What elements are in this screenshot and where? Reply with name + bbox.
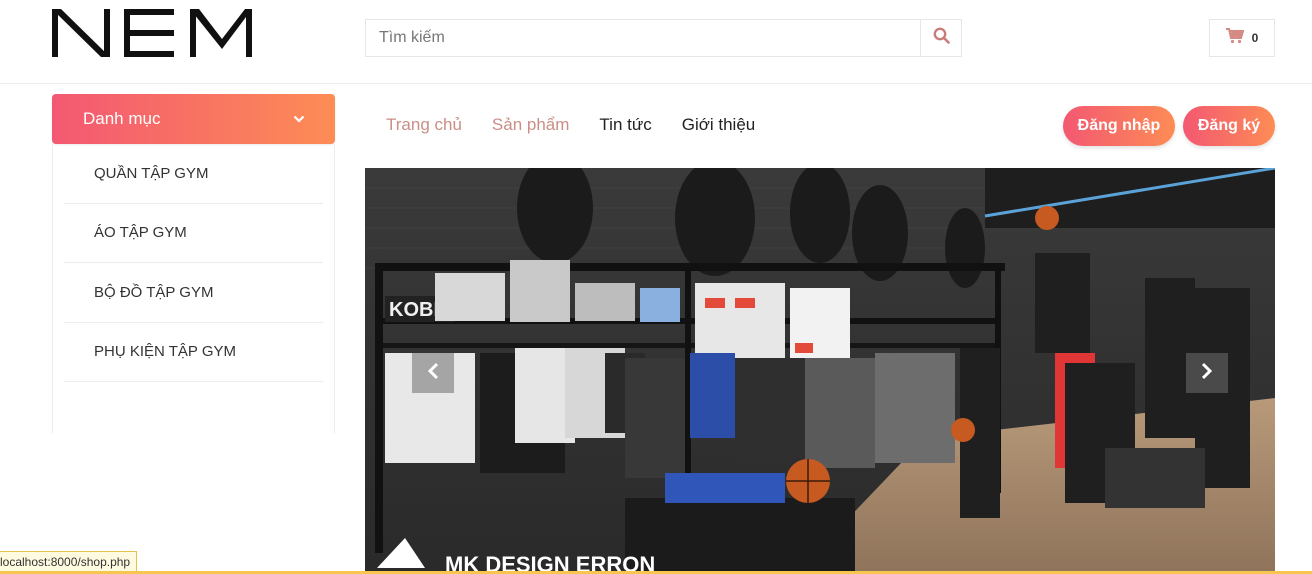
site-header: 0: [0, 0, 1312, 84]
nav-about[interactable]: Giới thiệu: [682, 115, 756, 135]
cart-button[interactable]: 0: [1209, 19, 1275, 57]
store-photo: KOBE MK DESIGN ERRON: [365, 168, 1275, 574]
cart-count: 0: [1251, 31, 1259, 45]
category-list: QUẦN TẬP GYM ÁO TẬP GYM BỘ ĐỒ TẬP GYM PH…: [52, 144, 335, 433]
logo-mark: [52, 9, 252, 57]
status-url: localhost:8000/shop.php: [0, 554, 131, 569]
cart-icon: [1225, 27, 1244, 49]
nav-news[interactable]: Tin tức: [599, 115, 651, 135]
register-button[interactable]: Đăng ký: [1183, 106, 1275, 146]
category-sidebar: Danh mục QUẦN TẬP GYM ÁO TẬP GYM BỘ ĐỒ T…: [52, 94, 335, 433]
category-toggle[interactable]: Danh mục: [52, 94, 335, 144]
search-bar: [365, 19, 962, 57]
chevron-right-icon: [1201, 362, 1213, 385]
search-input[interactable]: [366, 20, 920, 56]
main-nav: Trang chủ Sản phẩm Tin tức Giới thiệu: [386, 115, 755, 135]
category-item-quan-tap-gym[interactable]: QUẦN TẬP GYM: [64, 144, 323, 204]
search-icon: [933, 27, 950, 49]
carousel-prev-button[interactable]: [412, 353, 454, 393]
category-item-bo-do-tap-gym[interactable]: BỘ ĐỒ TẬP GYM: [64, 263, 323, 323]
category-title: Danh mục: [83, 109, 161, 128]
nav-products[interactable]: Sản phẩm: [492, 115, 570, 135]
chevron-down-icon: [293, 110, 305, 128]
search-button[interactable]: [920, 20, 961, 56]
carousel-next-button[interactable]: [1186, 353, 1228, 393]
page: 0 Danh mục QUẦN TẬP GYM ÁO TẬP GYM BỘ ĐỒ…: [0, 0, 1312, 574]
login-button[interactable]: Đăng nhập: [1063, 106, 1175, 146]
category-item-phu-kien-tap-gym[interactable]: PHỤ KIỆN TẬP GYM: [64, 323, 323, 382]
browser-status-bar: localhost:8000/shop.php: [0, 551, 138, 572]
category-item-ao-tap-gym[interactable]: ÁO TẬP GYM: [64, 204, 323, 263]
chevron-left-icon: [427, 362, 439, 385]
hero-banner: KOBE MK DESIGN ERRON: [365, 168, 1275, 574]
site-logo[interactable]: [52, 9, 252, 57]
nav-home[interactable]: Trang chủ: [386, 115, 462, 135]
